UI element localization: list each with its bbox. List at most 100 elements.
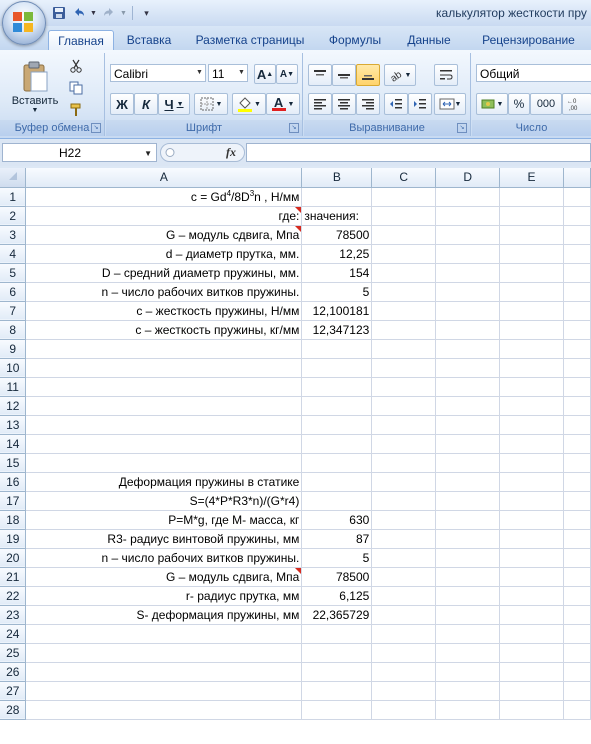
cell-d[interactable] bbox=[435, 472, 501, 492]
row-header[interactable]: 16 bbox=[0, 472, 27, 492]
cell-f[interactable] bbox=[563, 225, 591, 245]
tab-insert[interactable]: Вставка bbox=[116, 30, 182, 50]
tab-formulas[interactable]: Формулы bbox=[318, 30, 392, 50]
column-header-c[interactable]: C bbox=[371, 168, 437, 188]
font-launcher-icon[interactable]: ↘ bbox=[289, 123, 299, 133]
align-right-icon[interactable] bbox=[356, 93, 380, 115]
cell-c[interactable] bbox=[371, 187, 437, 207]
align-left-icon[interactable] bbox=[308, 93, 332, 115]
cell-c[interactable] bbox=[371, 453, 437, 473]
cell-b[interactable] bbox=[301, 358, 373, 378]
cell-a[interactable]: S- деформация пружины, мм bbox=[25, 605, 303, 625]
cell-a[interactable]: c – жесткость пружины, кг/мм bbox=[25, 320, 303, 340]
cell-e[interactable] bbox=[499, 339, 564, 359]
cell-f[interactable] bbox=[563, 282, 591, 302]
cell-c[interactable] bbox=[371, 282, 437, 302]
cell-b[interactable] bbox=[301, 491, 373, 511]
cell-a[interactable] bbox=[25, 643, 303, 663]
cell-b[interactable] bbox=[301, 339, 373, 359]
cell-a[interactable]: G – модуль сдвига, Мпа bbox=[25, 225, 303, 245]
cell-a[interactable]: R3- радиус винтовой пружины, мм bbox=[25, 529, 303, 549]
cell-a[interactable]: n – число рабочих витков пружины. bbox=[25, 548, 303, 568]
redo-icon[interactable] bbox=[100, 5, 117, 22]
underline-button[interactable]: Ч ▼ bbox=[158, 93, 190, 115]
cell-b[interactable]: 630 bbox=[301, 510, 373, 530]
cell-e[interactable] bbox=[499, 529, 564, 549]
cell-f[interactable] bbox=[563, 263, 591, 283]
tab-page-layout[interactable]: Разметка страницы bbox=[186, 30, 314, 50]
row-header[interactable]: 13 bbox=[0, 415, 27, 435]
select-all-corner[interactable] bbox=[0, 168, 27, 188]
cell-c[interactable] bbox=[371, 643, 437, 663]
shrink-font-button[interactable]: A ▼ bbox=[276, 64, 298, 84]
number-format-select[interactable]: Общий bbox=[476, 64, 591, 82]
cell-e[interactable] bbox=[499, 301, 564, 321]
cell-c[interactable] bbox=[371, 434, 437, 454]
cell-d[interactable] bbox=[435, 605, 501, 625]
cell-b[interactable] bbox=[301, 624, 373, 644]
column-header-a[interactable]: A bbox=[25, 168, 303, 188]
decrease-indent-icon[interactable] bbox=[384, 93, 408, 115]
row-header[interactable]: 22 bbox=[0, 586, 27, 606]
cell-c[interactable] bbox=[371, 301, 437, 321]
row-header[interactable]: 6 bbox=[0, 282, 27, 302]
row-header[interactable]: 10 bbox=[0, 358, 27, 378]
cell-f[interactable] bbox=[563, 415, 591, 435]
column-header-d[interactable]: D bbox=[435, 168, 501, 188]
cell-e[interactable] bbox=[499, 472, 564, 492]
cell-e[interactable] bbox=[499, 586, 564, 606]
cell-d[interactable] bbox=[435, 339, 501, 359]
cell-b[interactable] bbox=[301, 700, 373, 720]
cell-e[interactable] bbox=[499, 453, 564, 473]
cell-c[interactable] bbox=[371, 510, 437, 530]
cell-f[interactable] bbox=[563, 187, 591, 207]
customize-qat-icon[interactable]: ▾ bbox=[138, 5, 155, 22]
cell-f[interactable] bbox=[563, 472, 591, 492]
cell-d[interactable] bbox=[435, 187, 501, 207]
cell-a[interactable] bbox=[25, 453, 303, 473]
cell-c[interactable] bbox=[371, 548, 437, 568]
save-icon[interactable] bbox=[50, 5, 67, 22]
cell-d[interactable] bbox=[435, 529, 501, 549]
cell-a[interactable]: d – диаметр прутка, мм. bbox=[25, 244, 303, 264]
cell-a[interactable]: G – модуль сдвига, Мпа bbox=[25, 567, 303, 587]
undo-icon[interactable] bbox=[70, 5, 87, 22]
cell-a[interactable]: c – жесткость пружины, Н/мм bbox=[25, 301, 303, 321]
align-bottom-icon[interactable] bbox=[356, 64, 380, 86]
font-size-select[interactable]: 11 ▼ bbox=[208, 64, 248, 82]
row-header[interactable]: 15 bbox=[0, 453, 27, 473]
align-top-icon[interactable] bbox=[308, 64, 332, 86]
row-header[interactable]: 7 bbox=[0, 301, 27, 321]
cell-b[interactable]: 5 bbox=[301, 282, 373, 302]
cell-a[interactable]: r- радиус прутка, мм bbox=[25, 586, 303, 606]
cell-c[interactable] bbox=[371, 206, 437, 226]
merge-center-icon[interactable]: ▼ bbox=[434, 93, 466, 115]
cell-a[interactable] bbox=[25, 396, 303, 416]
cell-a[interactable] bbox=[25, 700, 303, 720]
cell-c[interactable] bbox=[371, 700, 437, 720]
cell-b[interactable] bbox=[301, 472, 373, 492]
cell-a[interactable] bbox=[25, 624, 303, 644]
column-header-b[interactable]: B bbox=[301, 168, 373, 188]
row-header[interactable]: 3 bbox=[0, 225, 27, 245]
alignment-launcher-icon[interactable]: ↘ bbox=[457, 123, 467, 133]
cell-c[interactable] bbox=[371, 529, 437, 549]
redo-dropdown-icon[interactable]: ▼ bbox=[120, 5, 127, 22]
cell-d[interactable] bbox=[435, 263, 501, 283]
cell-e[interactable] bbox=[499, 643, 564, 663]
cell-e[interactable] bbox=[499, 320, 564, 340]
undo-dropdown-icon[interactable]: ▼ bbox=[90, 5, 97, 22]
grow-font-button[interactable]: A ▲ bbox=[254, 64, 276, 84]
row-header[interactable]: 20 bbox=[0, 548, 27, 568]
cell-a[interactable]: Деформация пружины в статике bbox=[25, 472, 303, 492]
fill-color-button[interactable]: ▼ bbox=[232, 93, 266, 115]
cell-f[interactable] bbox=[563, 681, 591, 701]
italic-button[interactable]: К bbox=[134, 93, 158, 115]
cell-a[interactable] bbox=[25, 681, 303, 701]
cell-f[interactable] bbox=[563, 434, 591, 454]
cell-b[interactable]: 78500 bbox=[301, 567, 373, 587]
cell-d[interactable] bbox=[435, 586, 501, 606]
cell-f[interactable] bbox=[563, 491, 591, 511]
cell-d[interactable] bbox=[435, 320, 501, 340]
cell-b[interactable] bbox=[301, 662, 373, 682]
